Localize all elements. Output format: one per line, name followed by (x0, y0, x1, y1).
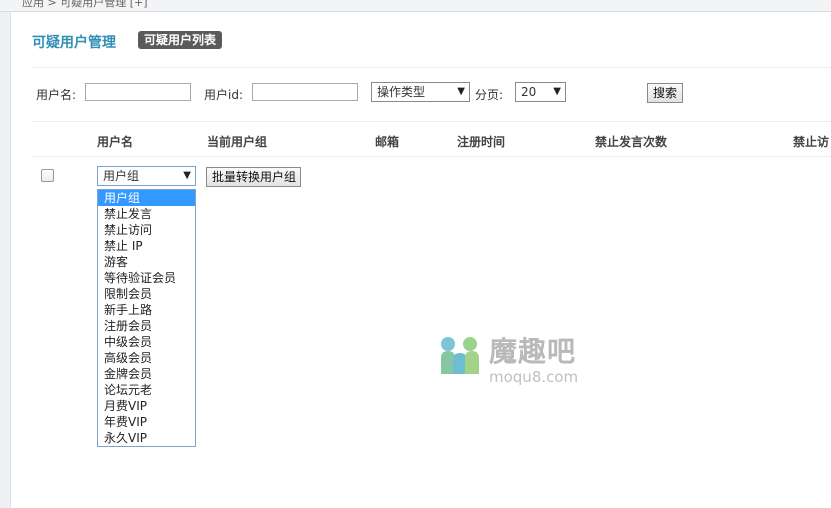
userid-label: 用户id: (204, 88, 243, 102)
dropdown-option[interactable]: 游客 (98, 254, 195, 270)
col-current-group: 当前用户组 (207, 135, 268, 149)
col-email: 邮箱 (375, 135, 400, 149)
dropdown-option[interactable]: 中级会员 (98, 334, 195, 350)
main-panel: 可疑用户管理 可疑用户列表 用户名: 用户id: 操作类型 ▼ 分页: 20 ▼… (11, 12, 831, 508)
user-group-value: 用户组 (103, 169, 140, 183)
user-group-dropdown[interactable]: 用户组 禁止发言 禁止访问 禁止 IP 游客 等待验证会员 限制会员 新手上路 注册会员 中级会员… (97, 189, 196, 447)
search-button[interactable]: 搜索 (647, 83, 683, 103)
dropdown-option[interactable]: 等待验证会员 (98, 270, 195, 286)
operation-type-value: 操作类型 (377, 85, 426, 99)
col-ban-visit: 禁止访 (793, 135, 830, 149)
tab-suspicious-user-list[interactable]: 可疑用户列表 (138, 31, 223, 49)
chevron-down-icon: ▼ (457, 86, 465, 97)
page-title: 可疑用户管理 (32, 35, 116, 51)
operation-type-select[interactable]: 操作类型 ▼ (371, 82, 470, 102)
left-gutter (0, 12, 11, 508)
top-bar: 应用 > 可疑用户管理 [+] (0, 0, 831, 12)
dropdown-option[interactable]: 永久VIP (98, 430, 195, 446)
col-register-time: 注册时间 (457, 135, 506, 149)
page-size-label: 分页: (475, 88, 504, 102)
watermark-name: 魔趣吧 (489, 335, 577, 368)
select-all-checkbox[interactable] (41, 169, 54, 182)
watermark: 魔趣吧 moqu8.com (437, 332, 607, 392)
col-username: 用户名 (97, 135, 134, 149)
dropdown-option[interactable]: 金牌会员 (98, 366, 195, 382)
chevron-down-icon: ▼ (183, 170, 191, 181)
dropdown-option[interactable]: 禁止发言 (98, 206, 195, 222)
watermark-url: moqu8.com (489, 368, 579, 386)
dropdown-option[interactable]: 高级会员 (98, 350, 195, 366)
col-ban-post-count: 禁止发言次数 (595, 135, 668, 149)
dropdown-option[interactable]: 禁止访问 (98, 222, 195, 238)
divider (32, 156, 831, 157)
user-group-select[interactable]: 用户组 ▼ (97, 166, 196, 186)
breadcrumb: 应用 > 可疑用户管理 [+] (22, 0, 148, 9)
username-label: 用户名: (36, 88, 77, 102)
userid-input[interactable] (252, 83, 358, 101)
batch-convert-group-button[interactable]: 批量转换用户组 (206, 167, 301, 187)
username-input[interactable] (85, 83, 191, 101)
dropdown-option[interactable]: 新手上路 (98, 302, 195, 318)
dropdown-option[interactable]: 论坛元老 (98, 382, 195, 398)
dropdown-option[interactable]: 禁止 IP (98, 238, 195, 254)
dropdown-option[interactable]: 限制会员 (98, 286, 195, 302)
page-size-value: 20 (521, 85, 537, 99)
page-size-select[interactable]: 20 ▼ (515, 82, 566, 102)
chevron-down-icon: ▼ (553, 86, 561, 97)
dropdown-option[interactable]: 用户组 (98, 190, 195, 206)
divider (32, 121, 831, 122)
dropdown-option[interactable]: 年费VIP (98, 414, 195, 430)
watermark-logo-icon (441, 337, 479, 374)
dropdown-option[interactable]: 月费VIP (98, 398, 195, 414)
divider (32, 67, 831, 68)
dropdown-option[interactable]: 注册会员 (98, 318, 195, 334)
